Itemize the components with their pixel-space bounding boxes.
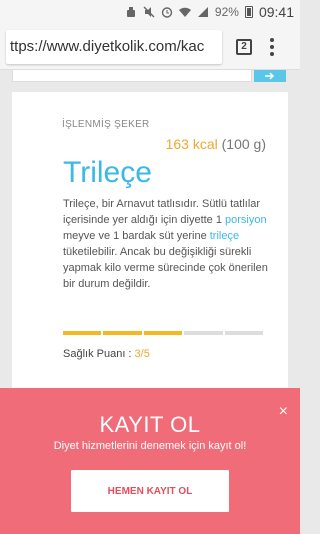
search-row — [0, 70, 300, 88]
signup-subtitle: Diyet hizmetlerini denemek için kayıt ol… — [53, 440, 247, 452]
wifi-icon — [178, 6, 191, 18]
health-score-value: 3/5 — [134, 348, 150, 360]
health-bar-segment — [143, 331, 183, 335]
signup-button[interactable]: HEMEN KAYIT OL — [71, 470, 229, 512]
desc-text: meyve ve 1 bardak süt yerine — [63, 230, 210, 242]
clock: 09:41 — [258, 4, 294, 20]
notification-icon — [125, 6, 137, 18]
browser-toolbar: ttps://www.diyetkolik.com/kac 2 — [0, 24, 300, 70]
signup-popup: × KAYIT OL Diyet hizmetlerini denemek iç… — [0, 388, 300, 534]
desc-text: tüketilebilir. Ancak bu değişikliği süre… — [63, 246, 268, 290]
health-score-bar — [63, 331, 264, 335]
health-score: Sağlık Puanı : 3/5 — [63, 348, 150, 360]
menu-icon[interactable] — [270, 37, 274, 56]
link-porsiyon[interactable]: porsiyon — [225, 214, 267, 226]
portion-size: (100 g) — [221, 136, 266, 152]
search-input[interactable] — [12, 70, 252, 82]
health-bar-segment — [63, 331, 102, 335]
url-field[interactable]: ttps://www.diyetkolik.com/kac — [6, 29, 222, 64]
battery-percent: 92% — [214, 5, 239, 19]
calorie-info: 163 kcal (100 g) — [166, 136, 266, 152]
signup-title: KAYIT OL — [99, 412, 201, 437]
calorie-value: 163 kcal — [165, 136, 218, 152]
link-trilece[interactable]: trileçe — [210, 230, 239, 242]
tab-switcher-button[interactable]: 2 — [236, 38, 252, 55]
signal-icon — [197, 6, 209, 18]
alarm-icon — [161, 6, 173, 18]
food-description: Trileçe, bir Arnavut tatlısıdır. Sütlü t… — [63, 196, 269, 292]
health-score-label: Sağlık Puanı : — [63, 348, 135, 360]
food-card: İŞLENMİŞ ŞEKER 163 kcal (100 g) Trileçe … — [12, 92, 288, 392]
health-bar-segment — [184, 331, 223, 335]
search-button[interactable] — [254, 70, 286, 82]
mute-icon — [143, 6, 155, 18]
health-bar-segment — [103, 331, 142, 335]
status-bar: 92% 09:41 — [0, 0, 300, 24]
food-title: Trileçe — [63, 156, 152, 189]
battery-icon — [244, 6, 253, 18]
food-category: İŞLENMİŞ ŞEKER — [62, 119, 150, 130]
health-bar-segment — [224, 331, 264, 335]
arrow-icon — [265, 72, 275, 80]
